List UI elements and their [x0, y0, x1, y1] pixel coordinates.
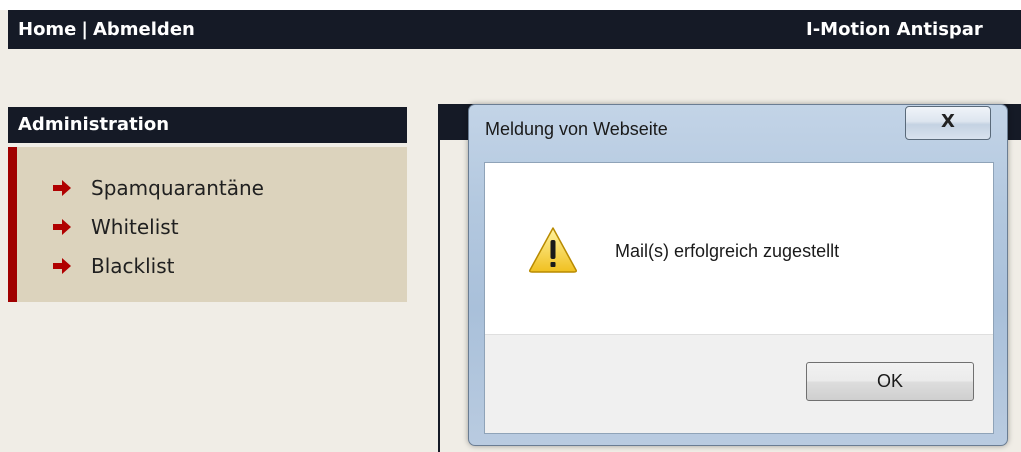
menu-item-label: Spamquarantäne: [91, 176, 264, 200]
dialog-title: Meldung von Webseite: [485, 119, 668, 139]
dialog-message: Mail(s) erfolgreich zugestellt: [615, 241, 840, 261]
arrow-right-icon: [53, 219, 71, 235]
menu-item-whitelist[interactable]: Whitelist: [53, 213, 179, 241]
close-icon: X: [941, 111, 955, 132]
page-background: Home | Abmelden I-Motion Antispar Administ…: [0, 0, 1021, 452]
menu-item-label: Whitelist: [91, 215, 179, 239]
alert-dialog: Meldung von Webseite X Mail(s) erfolgrei…: [468, 104, 1008, 446]
arrow-right-icon: [53, 180, 71, 196]
administration-panel: Administration Spamquarantäne Whitelist …: [8, 107, 407, 302]
administration-header: Administration: [8, 107, 407, 143]
warning-icon: [529, 227, 577, 273]
administration-menu: Spamquarantäne Whitelist Blacklist: [8, 147, 407, 302]
top-navigation-bar: Home | Abmelden I-Motion Antispar: [8, 10, 1021, 49]
home-link[interactable]: Home: [18, 19, 76, 40]
arrow-right-icon: [53, 258, 71, 274]
ok-button[interactable]: OK: [806, 362, 974, 401]
nav-links: Home | Abmelden: [18, 10, 195, 49]
menu-item-blacklist[interactable]: Blacklist: [53, 252, 175, 280]
brand-title: I-Motion Antispar: [806, 19, 983, 40]
dialog-footer: OK: [485, 334, 993, 433]
dialog-content: Mail(s) erfolgreich zugestellt OK: [484, 162, 994, 434]
content-panel-border: [438, 104, 440, 452]
close-button[interactable]: X: [905, 106, 991, 140]
nav-separator: |: [81, 19, 88, 40]
menu-item-spamquarantaene[interactable]: Spamquarantäne: [53, 174, 264, 202]
logout-link[interactable]: Abmelden: [93, 19, 195, 40]
top-strip: [0, 0, 1021, 10]
menu-item-label: Blacklist: [91, 254, 175, 278]
